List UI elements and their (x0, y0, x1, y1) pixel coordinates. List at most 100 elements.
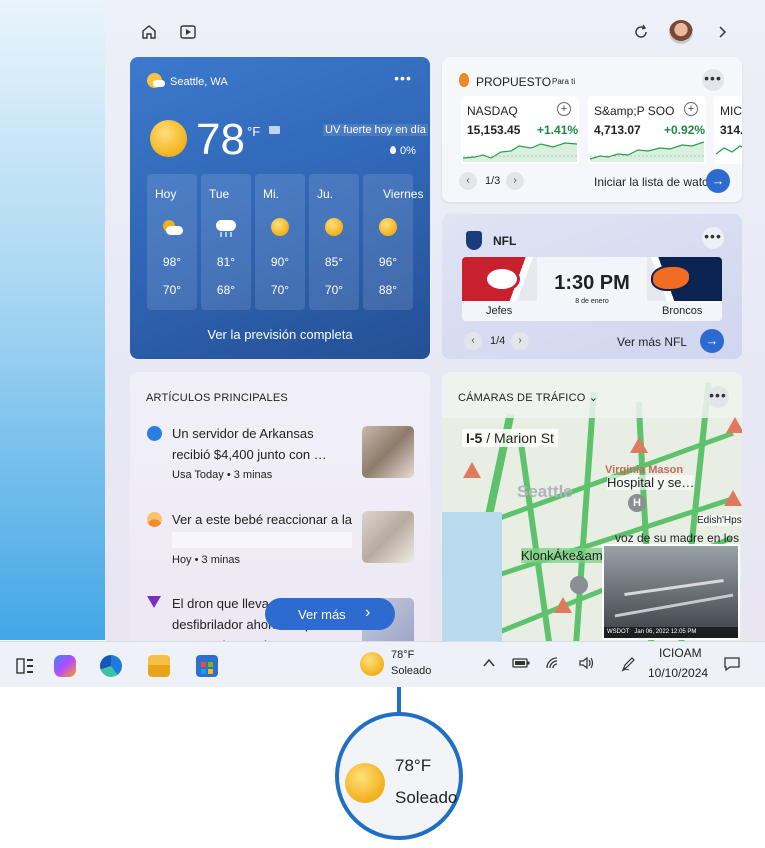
sun-icon (271, 218, 289, 236)
away-team: Broncos (662, 305, 703, 317)
stock-tile[interactable]: S&amp;P SOO + 4,713.07 +0.92% (588, 96, 706, 164)
volume-icon[interactable] (578, 656, 596, 673)
chevron-left-icon[interactable]: ‹ (459, 172, 477, 190)
text-overlay-block (172, 532, 352, 548)
weather-card[interactable]: Seattle, WA ••• 78 °F UV fuerte hoy en d… (130, 57, 430, 359)
game-date: 8 de enero (575, 298, 609, 305)
temperature-unit: °F (247, 124, 261, 139)
stock-sparkline (462, 142, 578, 162)
traffic-camera-image[interactable]: WSDOT Jan 06, 2022 12:05 PM (602, 544, 740, 640)
full-forecast-link[interactable]: Ver la previsión completa (130, 327, 430, 342)
add-icon[interactable]: + (557, 102, 571, 116)
forecast-high: 90° (270, 255, 290, 269)
more-options-icon[interactable]: ••• (702, 227, 724, 249)
copilot-icon[interactable] (54, 655, 76, 677)
more-options-icon[interactable]: ••• (392, 69, 414, 91)
more-options-icon[interactable]: ••• (702, 69, 724, 91)
partly-sunny-icon (147, 73, 165, 88)
incident-warning-icon[interactable] (463, 462, 481, 478)
traffic-cameras-card[interactable]: CÁMARAS DE TRÁFICO ⌄ ••• I-5 / Marion St… (442, 372, 742, 641)
forecast-day-label: Hoy (155, 187, 177, 201)
incident-warning-icon[interactable] (726, 417, 742, 433)
forecast-day[interactable]: Ju. 85° 70° (309, 174, 359, 310)
forecast-day[interactable]: Viernes 96° 88° (363, 174, 423, 310)
more-options-icon[interactable]: ••• (707, 386, 729, 408)
battery-icon[interactable] (512, 656, 530, 673)
store-logo-tile (208, 669, 213, 674)
forecast-low: 70° (324, 283, 344, 297)
home-icon[interactable] (135, 18, 163, 46)
chevron-up-icon[interactable] (482, 656, 496, 673)
game-tile[interactable]: 1:30 PM 8 de enero Jefes Broncos (462, 257, 722, 321)
chevron-left-icon[interactable]: ‹ (464, 332, 482, 350)
forecast-day[interactable]: Tue 81° 68° (201, 174, 251, 310)
uv-alert[interactable]: UV fuerte hoy en día (323, 124, 428, 136)
top-stories-header: ARTÍCULOS PRINCIPALES (146, 392, 288, 404)
stock-sparkline (589, 141, 705, 162)
road-name: I-5 (466, 430, 483, 446)
stocks-title: PROPUESTO (476, 75, 552, 89)
chevron-right-icon[interactable] (708, 18, 736, 46)
forecast-low: 88° (378, 283, 398, 297)
taskbar-weather-temp[interactable]: 78°F (391, 649, 414, 661)
forecast-day[interactable]: Mi. 90° 70° (255, 174, 305, 310)
article-title[interactable]: Un servidor de Arkansas recibió $4,400 j… (172, 423, 352, 465)
wifi-icon[interactable] (545, 656, 561, 673)
add-icon[interactable]: + (684, 102, 698, 116)
incident-warning-icon[interactable] (724, 490, 742, 506)
stock-tile[interactable]: NASDAQ + 15,153.45 +1.41% (461, 96, 579, 164)
forecast-high: 98° (162, 255, 182, 269)
stock-tile[interactable]: MICR 314.9 (714, 96, 742, 164)
edge-browser-icon[interactable] (100, 655, 122, 677)
video-icon[interactable] (174, 18, 202, 46)
article-meta: Hoy • 3 minas (172, 554, 241, 566)
sun-icon[interactable] (360, 652, 384, 676)
start-watchlist-link[interactable]: Iniciar la lista de watch (594, 175, 715, 189)
nfl-title: NFL (493, 234, 517, 248)
nfl-pager: 1/4 (490, 335, 506, 347)
more-nfl-link[interactable]: Ver más NFL (617, 335, 687, 349)
forecast-low: 70° (162, 283, 182, 297)
incident-warning-icon[interactable] (630, 437, 648, 453)
microsoft-store-icon[interactable] (196, 655, 218, 677)
weather-location: Seattle, WA (170, 76, 228, 88)
current-temperature: 78 (196, 115, 245, 164)
notifications-icon[interactable] (723, 656, 741, 675)
forecast-day[interactable]: Hoy 98° 70° (147, 174, 197, 310)
incident-warning-icon[interactable] (554, 597, 572, 613)
today-logo-icon (147, 512, 162, 527)
chevron-right-icon[interactable]: › (506, 172, 524, 190)
traffic-header[interactable]: CÁMARAS DE TRÁFICO ⌄ (458, 391, 598, 404)
article-meta: Usa Today • 3 minas (172, 469, 273, 481)
forecast-low: 70° (270, 283, 290, 297)
file-explorer-icon[interactable] (148, 655, 170, 677)
taskbar-weather-condition[interactable]: Soleado (391, 665, 431, 677)
map-label: Hospital y se… (607, 475, 695, 490)
arrow-right-icon[interactable]: → (706, 169, 730, 193)
stocks-card[interactable]: PROPUESTO Para ti ••• NASDAQ + 15,153.45… (442, 57, 742, 202)
article-title[interactable]: Ver a este bebé reaccionar a la (172, 509, 352, 530)
clock-time[interactable]: ICIOAM (659, 646, 702, 660)
store-logo-tile (201, 662, 206, 667)
chevron-right-icon: › (365, 604, 371, 621)
rain-cloud-icon (215, 218, 237, 237)
see-more-button[interactable]: Ver más › (265, 598, 395, 630)
pen-icon[interactable] (620, 656, 636, 675)
widgets-icon[interactable] (14, 655, 36, 677)
refresh-icon[interactable] (627, 18, 655, 46)
article-thumbnail[interactable] (362, 511, 414, 563)
clock-date[interactable]: 10/10/2024 (648, 666, 708, 680)
stock-value: 15,153.45 (467, 123, 521, 137)
map-label: voz de su madre en los dulces (615, 531, 742, 545)
forecast-day-label: Mi. (263, 187, 279, 201)
chevron-right-icon[interactable]: › (511, 332, 529, 350)
avatar[interactable] (669, 20, 693, 44)
hospital-icon: H (628, 494, 646, 512)
nfl-card[interactable]: NFL ••• 1:30 PM 8 de enero Jefes Broncos… (442, 214, 742, 359)
nfl-logo-icon (466, 231, 482, 250)
taskbar: 78°F Soleado ICIOAM 10/10/2024 (0, 641, 765, 687)
arrow-right-icon[interactable]: → (700, 329, 724, 353)
map-label: Edish'Hpspital (697, 515, 742, 526)
article-thumbnail[interactable] (362, 426, 414, 478)
stock-symbol: MICR (720, 104, 742, 118)
